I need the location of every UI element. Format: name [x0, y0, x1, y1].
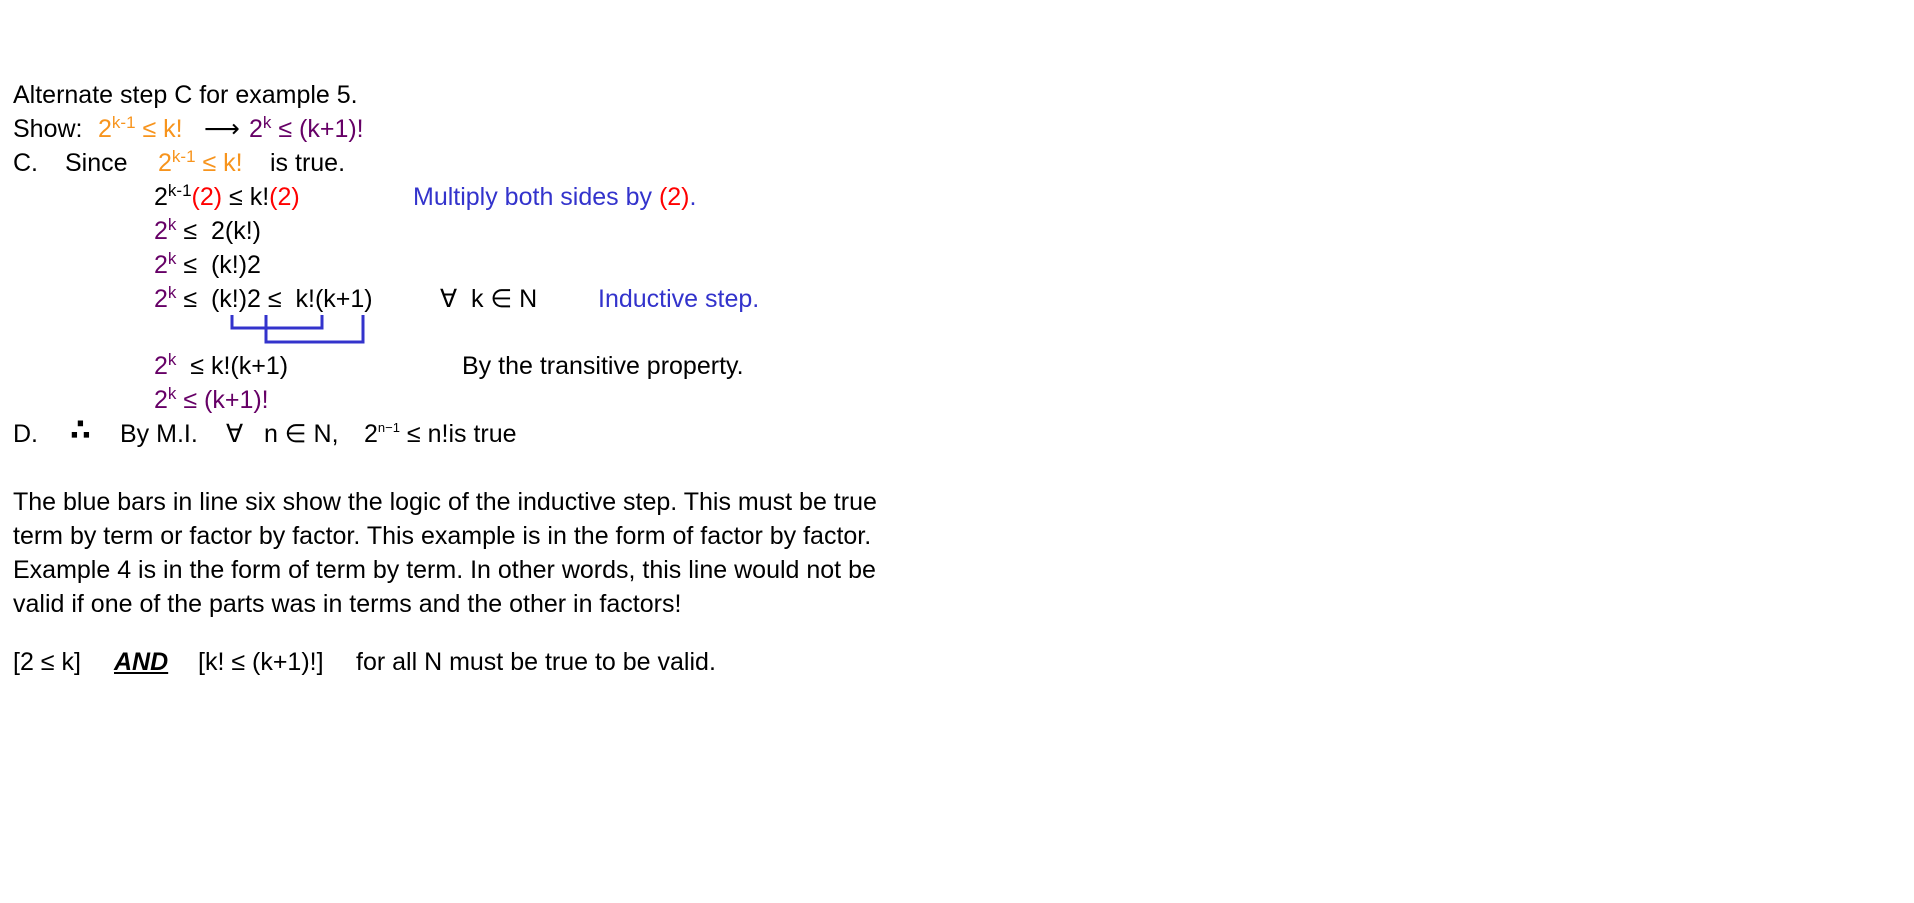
step-transitive-expr: 2k ≤ k!(k+1) — [154, 350, 289, 380]
conclusion-part1: [2 ≤ k] — [13, 648, 81, 676]
conclusion-and: AND — [114, 648, 169, 676]
paragraph-line: The blue bars in line six show the logic… — [13, 488, 877, 516]
paragraph-line: Example 4 is in the form of term by term… — [13, 556, 876, 584]
factor-brackets — [230, 315, 365, 344]
paragraph-line: valid if one of the parts was in terms a… — [13, 590, 682, 618]
step-result-expr: 2k ≤ (k+1)! — [154, 384, 269, 414]
document-page: Alternate step C for example 5. Show: 2k… — [0, 0, 1914, 903]
step-transitive-note: By the transitive property. — [462, 352, 744, 380]
step-d-label: D. — [13, 420, 38, 448]
paragraph-line: term by term or factor by factor. This e… — [13, 522, 872, 550]
conclusion-part2: [k! ≤ (k+1)!] — [198, 648, 324, 676]
conclusion-tail: for all N must be true to be valid. — [356, 648, 716, 676]
step-d-statement: 2n−1 ≤ n!is true — [364, 420, 517, 448]
inner-bracket — [230, 315, 324, 330]
therefore-symbol: ∴ — [70, 414, 91, 447]
explanation-paragraph: The blue bars in line six show the logic… — [13, 485, 1013, 621]
step-d-text: By M.I. — [120, 420, 198, 448]
step-d-quantifier: ∀ n ∈ N, — [226, 420, 339, 448]
